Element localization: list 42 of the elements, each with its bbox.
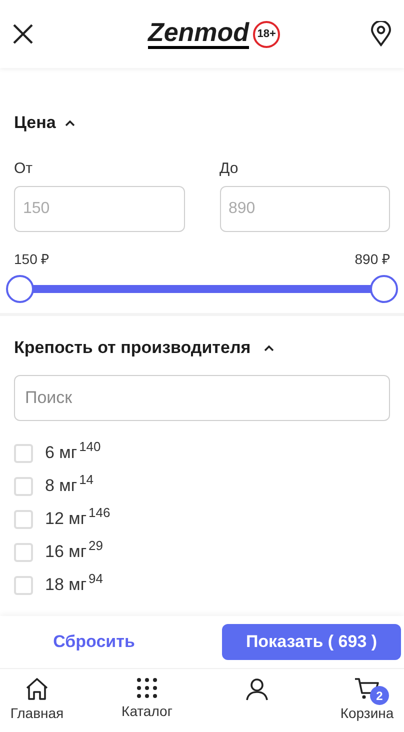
option-label: 6 мг [45,442,78,464]
show-button[interactable]: Показать ( 693 ) [222,624,401,660]
input-field[interactable]: 150 [14,186,184,232]
logo: Zenmod [148,19,250,49]
slider-handle[interactable] [6,275,34,303]
age-badge: 18+ [253,20,280,48]
option-label: 8 мг [45,475,78,498]
checkbox[interactable] [14,576,33,594]
checkbox[interactable] [14,444,33,462]
field-label: До [220,158,240,178]
strength-section-toggle[interactable]: Крепость от производителя [14,335,390,360]
slider-handle[interactable] [370,275,398,303]
price-section-toggle[interactable]: Цена [14,110,390,136]
nav-item[interactable]: Корзина 2 [334,677,400,724]
option-count: 94 [88,570,103,588]
checkbox[interactable] [14,542,33,562]
cart-badge: 2 [370,686,389,705]
nav-item[interactable]: Главная [4,677,70,724]
option-label: 18 мг [45,574,87,596]
max-price-label: 890 ₽ [354,250,390,269]
checkbox[interactable] [14,476,33,496]
option-label: 12 мг [45,508,87,530]
min-price-label: 150 ₽ [14,250,50,269]
nav-item[interactable]: Каталог [114,677,180,722]
grid-icon [136,677,158,699]
option-count: 14 [79,471,94,490]
option-label: 16 мг [45,541,87,564]
search-field[interactable]: Поиск [14,374,390,420]
option-count: 140 [79,438,101,456]
reset-button[interactable]: Сбросить [14,624,174,660]
section-title: Крепость от производителя [14,337,251,359]
close-icon[interactable] [12,23,34,45]
home-icon [24,677,50,701]
checkbox[interactable] [14,510,33,528]
option-count: 146 [88,504,110,522]
location-pin-icon[interactable] [370,21,392,47]
input-field[interactable]: 890 [220,186,390,232]
section-title: Цена [14,112,56,134]
option-count: 29 [88,537,103,556]
price-slider[interactable] [6,275,398,303]
user-icon [245,677,269,701]
field-label: От [14,158,34,178]
